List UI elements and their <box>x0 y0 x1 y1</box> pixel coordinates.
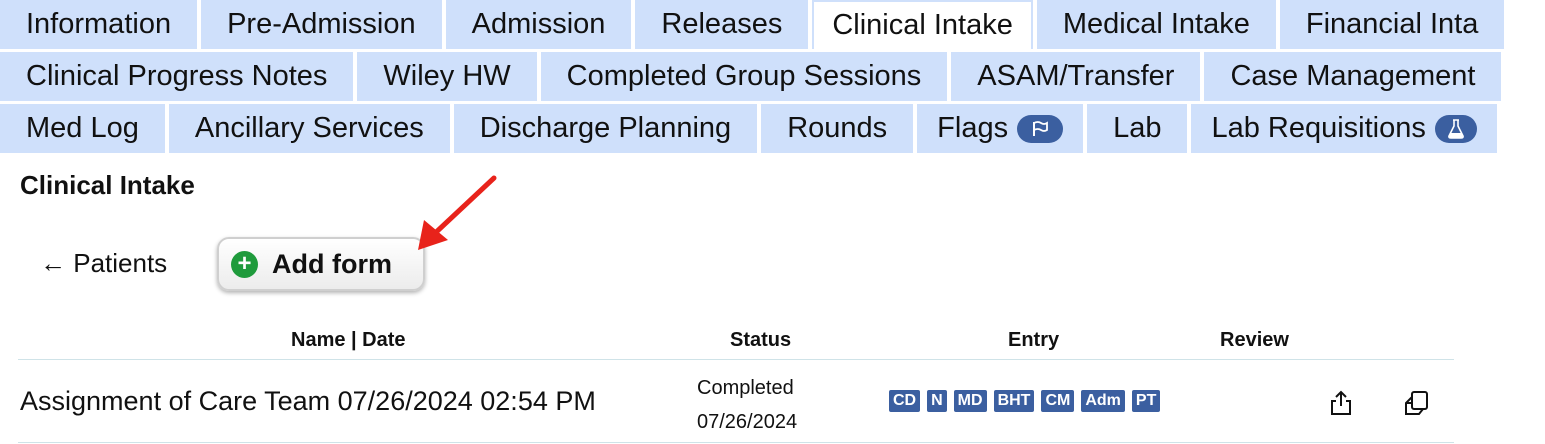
tab-label: Wiley HW <box>383 60 511 92</box>
tab-label: Financial Inta <box>1305 8 1479 40</box>
tab-completed-group-sessions[interactable]: Completed Group Sessions <box>540 52 948 101</box>
status-cell: Completed 07/26/2024 <box>697 371 797 439</box>
tab-wiley-hw[interactable]: Wiley HW <box>357 52 537 101</box>
flask-icon <box>1434 114 1477 143</box>
tab-label: ASAM/Transfer <box>977 60 1175 92</box>
row-divider <box>18 442 1454 443</box>
page-title: Clinical Intake <box>20 170 195 200</box>
tab-label: Lab Requisitions <box>1211 112 1426 144</box>
entry-badge-n[interactable]: N <box>927 390 947 412</box>
tab-label: Completed Group Sessions <box>566 60 922 92</box>
tab-row-1: Information Pre-Admission Admission Rele… <box>0 0 1508 49</box>
tab-releases[interactable]: Releases <box>635 0 809 49</box>
entry-badge-adm[interactable]: Adm <box>1081 390 1125 412</box>
tab-label: Admission <box>471 8 606 40</box>
column-header-entry: Entry <box>1008 329 1060 351</box>
tab-rounds[interactable]: Rounds <box>761 104 914 153</box>
add-form-label: Add form <box>272 248 392 279</box>
status-text: Completed <box>697 377 794 399</box>
tab-label: Medical Intake <box>1062 8 1250 40</box>
entry-badges: CD N MD BHT CM Adm PT <box>889 390 1167 412</box>
share-icon[interactable] <box>1328 389 1354 417</box>
annotation-arrow-icon <box>418 175 497 250</box>
entry-badge-pt[interactable]: PT <box>1131 390 1161 412</box>
tab-row-2: Clinical Progress Notes Wiley HW Complet… <box>0 52 1505 101</box>
tab-medical-intake[interactable]: Medical Intake <box>1036 0 1276 49</box>
tab-admission[interactable]: Admission <box>445 0 632 49</box>
tab-pre-admission[interactable]: Pre-Admission <box>201 0 442 49</box>
entry-badge-cd[interactable]: CD <box>889 390 921 412</box>
tab-ancillary-services[interactable]: Ancillary Services <box>168 104 450 153</box>
plus-circle-icon: + <box>231 250 258 278</box>
tab-clinical-intake[interactable]: Clinical Intake <box>812 0 1033 49</box>
tab-label: Releases <box>661 8 783 40</box>
header-divider <box>18 359 1454 360</box>
column-header-name-date[interactable]: Name | Date <box>291 329 406 352</box>
tab-med-log[interactable]: Med Log <box>0 104 165 153</box>
tab-label: Flags <box>937 112 1009 144</box>
tab-information[interactable]: Information <box>0 0 198 49</box>
tab-label: Case Management <box>1230 60 1476 92</box>
tab-discharge-planning[interactable]: Discharge Planning <box>453 104 758 153</box>
tab-case-management[interactable]: Case Management <box>1204 52 1502 101</box>
tab-financial-intake[interactable]: Financial Inta <box>1279 0 1505 49</box>
add-form-button[interactable]: + Add form <box>217 237 425 291</box>
tab-label: Lab <box>1113 112 1162 144</box>
tab-label: Med Log <box>26 112 139 144</box>
status-date: 07/26/2024 <box>697 411 798 433</box>
tab-row-3: Med Log Ancillary Services Discharge Pla… <box>0 104 1501 153</box>
tab-flags[interactable]: Flags <box>917 104 1084 153</box>
tab-lab-requisitions[interactable]: Lab Requisitions <box>1191 104 1497 153</box>
tab-label: Clinical Intake <box>832 9 1013 41</box>
entry-badge-bht[interactable]: BHT <box>993 390 1035 412</box>
tab-label: Clinical Progress Notes <box>26 60 328 92</box>
tab-label: Rounds <box>787 112 888 144</box>
copy-icon[interactable] <box>1402 389 1428 417</box>
entry-badge-cm[interactable]: CM <box>1041 390 1075 412</box>
flag-icon <box>1017 114 1064 143</box>
entry-badge-md[interactable]: MD <box>953 390 987 412</box>
back-to-patients-link[interactable]: ← Patients <box>40 248 167 279</box>
tab-label: Discharge Planning <box>479 112 732 144</box>
tab-label: Pre-Admission <box>227 8 416 40</box>
tab-clinical-progress-notes[interactable]: Clinical Progress Notes <box>0 52 354 101</box>
form-name-link[interactable]: Assignment of Care Team 07/26/2024 02:54… <box>20 386 596 417</box>
tab-label: Ancillary Services <box>194 112 424 144</box>
column-header-review: Review <box>1220 329 1289 351</box>
column-header-status[interactable]: Status <box>730 329 791 352</box>
tab-lab[interactable]: Lab <box>1087 104 1188 153</box>
tab-label: Information <box>26 8 172 40</box>
tab-asam-transfer[interactable]: ASAM/Transfer <box>951 52 1201 101</box>
